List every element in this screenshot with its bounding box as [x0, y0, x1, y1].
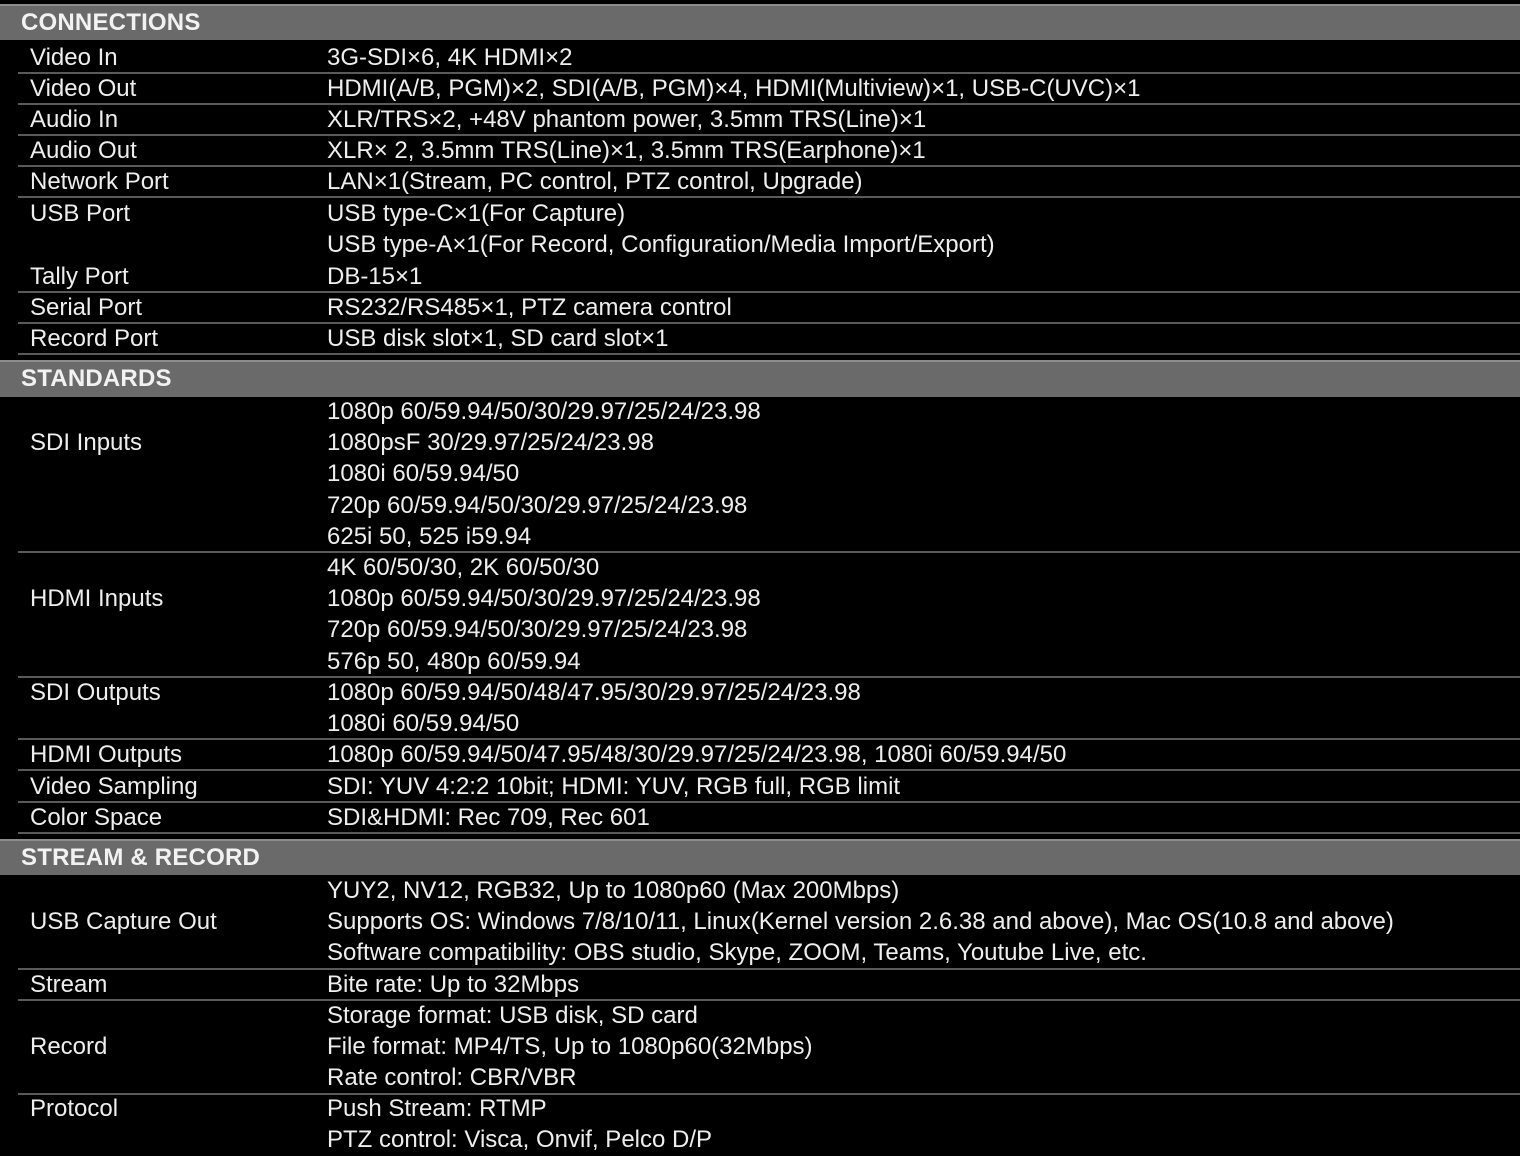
spec-value-line: Storage format: USB disk, SD card	[327, 1002, 698, 1029]
spec-label: Record Port	[30, 325, 159, 352]
spec-value: XLR/TRS×2, +48V phantom power, 3.5mm TRS…	[327, 104, 926, 135]
spec-value: SDI&HDMI: Rec 709, Rec 601	[327, 802, 650, 833]
spec-value-line: 1080p 60/59.94/50/30/29.97/25/24/23.98	[327, 585, 761, 613]
spec-label: Record	[30, 1033, 108, 1060]
spec-value: HDMI(A/B, PGM)×2, SDI(A/B, PGM)×4, HDMI(…	[327, 73, 1140, 104]
spec-label: Stream	[30, 971, 108, 998]
spec-row-usb-capture-out: USB Capture Out YUY2, NV12, RGB32, Up to …	[0, 875, 1520, 969]
spec-label: Audio Out	[30, 137, 137, 164]
spec-value-line: USB type-C×1(For Capture)	[327, 200, 626, 227]
spec-label: Serial Port	[30, 294, 143, 321]
spec-value-line: 720p 60/59.94/50/30/29.97/25/24/23.98	[327, 491, 748, 519]
spec-row-stream: Stream Bite rate: Up to 32Mbps	[0, 969, 1520, 1000]
spec-label: USB Port	[30, 200, 131, 227]
spec-row-record: Record Storage format: USB disk, SD card F…	[0, 1000, 1520, 1094]
spec-label: HDMI Inputs	[30, 585, 164, 612]
section-header-connections: CONNECTIONS	[0, 4, 1520, 40]
spec-value-line: HDMI(A/B, PGM)×2, SDI(A/B, PGM)×4, HDMI(…	[327, 75, 1141, 102]
spec-label: HDMI Outputs	[30, 741, 183, 768]
spec-value-line: USB type-A×1(For Record, Configuration/M…	[327, 231, 995, 259]
spec-value-line: File format: MP4/TS, Up to 1080p60(32Mbp…	[327, 1033, 813, 1061]
spec-value: Storage format: USB disk, SD card File fo…	[327, 1000, 813, 1094]
spec-value: USB type-C×1(For Capture) USB type-A×1(Fo…	[327, 198, 995, 260]
spec-row-video-sampling: Video Sampling SDI: YUV 4:2:2 10bit; HDMI…	[0, 771, 1520, 802]
spec-row-video-out: Video Out HDMI(A/B, PGM)×2, SDI(A/B, PGM)…	[0, 73, 1520, 104]
spec-value-line: SDI: YUV 4:2:2 10bit; HDMI: YUV, RGB ful…	[327, 773, 901, 800]
spec-row-sdi-inputs: SDI Inputs 1080p 60/59.94/50/30/29.97/25/…	[0, 396, 1520, 552]
spec-value-line: USB disk slot×1, SD card slot×1	[327, 325, 669, 352]
spec-row-network-port: Network Port LAN×1(Stream, PC control, PT…	[0, 166, 1520, 197]
spec-label: Color Space	[30, 804, 163, 831]
row-divider	[18, 353, 1520, 356]
spec-value-line: RS232/RS485×1, PTZ camera control	[327, 294, 732, 321]
spec-value: SDI: YUV 4:2:2 10bit; HDMI: YUV, RGB ful…	[327, 771, 900, 802]
spec-value: LAN×1(Stream, PC control, PTZ control, U…	[327, 166, 863, 197]
spec-row-color-space: Color Space SDI&HDMI: Rec 709, Rec 601	[0, 802, 1520, 833]
spec-value-line: DB-15×1	[327, 263, 423, 290]
spec-value-line: 4K 60/50/30, 2K 60/50/30	[327, 554, 600, 581]
spec-row-protocol: Protocol Push Stream: RTMP PTZ control: Vi…	[0, 1093, 1520, 1155]
spec-value-line: SDI&HDMI: Rec 709, Rec 601	[327, 804, 650, 831]
spec-value-line: Bite rate: Up to 32Mbps	[327, 971, 580, 998]
spec-value: 4K 60/50/30, 2K 60/50/30 1080p 60/59.94/5…	[327, 552, 761, 677]
spec-label: Audio In	[30, 106, 119, 133]
spec-label: SDI Inputs	[30, 429, 143, 456]
spec-label: Video Out	[30, 75, 137, 102]
spec-value-line: 1080i 60/59.94/50	[327, 460, 520, 488]
spec-value-line: Push Stream: RTMP	[327, 1095, 547, 1122]
spec-value-line: 1080p 60/59.94/50/30/29.97/25/24/23.98	[327, 398, 761, 425]
spec-value-line: 1080p 60/59.94/50/48/47.95/30/29.97/25/2…	[327, 679, 861, 706]
spec-row-audio-out: Audio Out XLR× 2, 3.5mm TRS(Line)×1, 3.5m…	[0, 135, 1520, 166]
spec-value: 1080p 60/59.94/50/47.95/48/30/29.97/25/2…	[327, 739, 1066, 770]
section-title: STREAM & RECORD	[21, 844, 261, 871]
spec-value: Push Stream: RTMP PTZ control: Visca, Onv…	[327, 1093, 712, 1155]
row-divider	[18, 832, 1520, 835]
spec-label: Video In	[30, 44, 118, 71]
spec-label: Tally Port	[30, 263, 129, 290]
spec-value-line: 1080p 60/59.94/50/47.95/48/30/29.97/25/2…	[327, 741, 1067, 768]
spec-value: YUY2, NV12, RGB32, Up to 1080p60 (Max 20…	[327, 875, 1394, 969]
spec-label: Network Port	[30, 168, 169, 195]
section-title: CONNECTIONS	[21, 9, 201, 36]
spec-label: Video Sampling	[30, 773, 198, 800]
spec-value-line: LAN×1(Stream, PC control, PTZ control, U…	[327, 168, 863, 195]
spec-label: SDI Outputs	[30, 679, 161, 706]
spec-row-serial-port: Serial Port RS232/RS485×1, PTZ camera con…	[0, 292, 1520, 323]
spec-value-line: 720p 60/59.94/50/30/29.97/25/24/23.98	[327, 616, 748, 644]
spec-value-line: 576p 50, 480p 60/59.94	[327, 647, 581, 675]
spec-value: 1080p 60/59.94/50/48/47.95/30/29.97/25/2…	[327, 677, 861, 739]
spec-value-line: PTZ control: Visca, Onvif, Pelco D/P	[327, 1126, 713, 1154]
spec-value-line: XLR/TRS×2, +48V phantom power, 3.5mm TRS…	[327, 106, 927, 133]
spec-row-tally-port: Tally Port DB-15×1	[0, 261, 1520, 292]
section-header-stream-and-record: STREAM & RECORD	[0, 839, 1520, 875]
spec-row-sdi-outputs: SDI Outputs 1080p 60/59.94/50/48/47.95/30…	[0, 677, 1520, 739]
spec-row-video-in: Video In 3G-SDI×6, 4K HDMI×2	[0, 42, 1520, 73]
spec-row-hdmi-inputs: HDMI Inputs 4K 60/50/30, 2K 60/50/30 1080p…	[0, 552, 1520, 677]
spec-value: XLR× 2, 3.5mm TRS(Line)×1, 3.5mm TRS(Ear…	[327, 135, 926, 166]
spec-value: 1080p 60/59.94/50/30/29.97/25/24/23.98 10…	[327, 396, 761, 552]
section-title: STANDARDS	[21, 365, 172, 392]
spec-row-hdmi-outputs: HDMI Outputs 1080p 60/59.94/50/47.95/48/3…	[0, 739, 1520, 770]
spec-label: USB Capture Out	[30, 908, 217, 935]
spec-value: 3G-SDI×6, 4K HDMI×2	[327, 42, 572, 73]
spec-value-line: XLR× 2, 3.5mm TRS(Line)×1, 3.5mm TRS(Ear…	[327, 137, 926, 164]
spec-row-audio-in: Audio In XLR/TRS×2, +48V phantom power, 3…	[0, 104, 1520, 135]
spec-value-line: 1080psF 30/29.97/25/24/23.98	[327, 429, 654, 457]
spec-value-line: 3G-SDI×6, 4K HDMI×2	[327, 44, 573, 71]
spec-value-line: Supports OS: Windows 7/8/10/11, Linux(Ke…	[327, 908, 1394, 936]
spec-row-usb-port: USB Port USB type-C×1(For Capture) USB typ…	[0, 198, 1520, 260]
spec-value: USB disk slot×1, SD card slot×1	[327, 323, 668, 354]
spec-value-line: YUY2, NV12, RGB32, Up to 1080p60 (Max 20…	[327, 877, 900, 904]
spec-value-line: Rate control: CBR/VBR	[327, 1064, 577, 1092]
spec-value: DB-15×1	[327, 261, 422, 292]
spec-label: Protocol	[30, 1095, 119, 1122]
spec-value-line: 1080i 60/59.94/50	[327, 710, 520, 738]
section-header-standards: STANDARDS	[0, 360, 1520, 397]
spec-row-record-port: Record Port USB disk slot×1, SD card slot…	[0, 323, 1520, 354]
spec-value-line: Software compatibility: OBS studio, Skyp…	[327, 939, 1147, 967]
spec-value: RS232/RS485×1, PTZ camera control	[327, 292, 732, 323]
spec-value-line: 625i 50, 525 i59.94	[327, 522, 532, 550]
spec-value: Bite rate: Up to 32Mbps	[327, 969, 579, 1000]
